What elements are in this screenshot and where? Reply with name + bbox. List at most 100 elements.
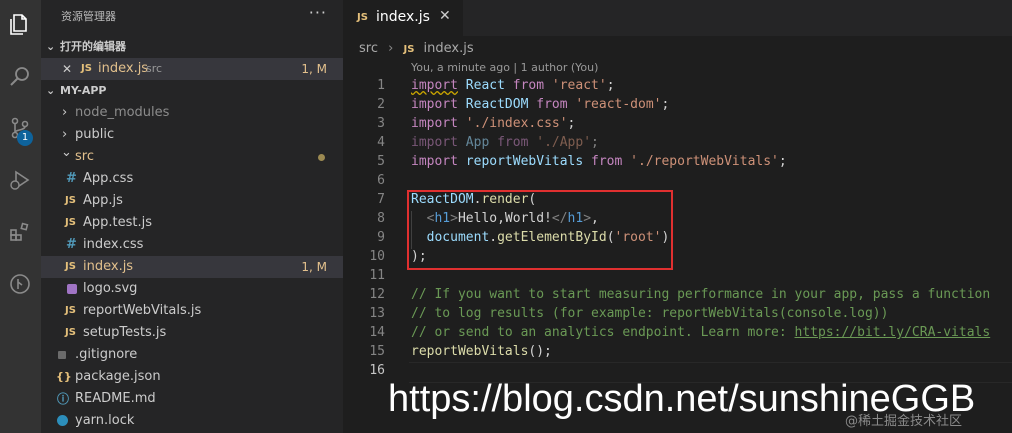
tree-file-package-json[interactable]: {} package.json (41, 366, 343, 388)
js-file-icon: JS (65, 217, 76, 228)
modified-dot (318, 154, 325, 161)
js-file-icon: JS (65, 327, 76, 338)
tab-label: index.js (376, 9, 430, 25)
yarn-file-icon (57, 415, 68, 426)
chevron-right-icon: › (388, 41, 394, 56)
js-file-icon: JS (65, 195, 76, 206)
explorer-icon[interactable] (6, 10, 34, 38)
project-header[interactable]: ⌄ MY-APP (41, 80, 343, 102)
line-number: 1 (377, 78, 385, 93)
tab-index-js[interactable]: JS index.js ✕ (343, 0, 463, 36)
tree-folder-public[interactable]: › public (41, 124, 343, 146)
tree-file-yarn-lock[interactable]: yarn.lock (41, 410, 343, 432)
activity-bar: 1 (0, 0, 41, 433)
highlight-box (407, 190, 673, 270)
open-editors-header[interactable]: ⌄ 打开的编辑器 (41, 36, 343, 58)
open-editor-path: src (146, 62, 163, 75)
code-line-14: // or send to an analytics endpoint. Lea… (411, 325, 991, 340)
js-file-icon: JS (403, 44, 415, 55)
tree-file-index-js[interactable]: JS index.js 1, M (41, 256, 343, 278)
tree-file-setuptests-js[interactable]: JS setupTests.js (41, 322, 343, 344)
tree-item-label: public (75, 127, 115, 142)
tree-item-label: index.css (83, 237, 144, 252)
chevron-down-icon: ⌄ (61, 145, 72, 160)
git-graph-icon[interactable] (6, 270, 34, 298)
code-line-1: import React from 'react'; (411, 78, 615, 93)
tree-file-app-js[interactable]: JS App.js (41, 190, 343, 212)
js-file-icon: JS (65, 305, 76, 316)
code-line-15: reportWebVitals(); (411, 344, 552, 359)
code-line-3: import './index.css'; (411, 116, 576, 131)
scm-badge: 1 (17, 130, 33, 146)
tree-item-label: node_modules (75, 105, 170, 120)
js-file-icon: JS (65, 261, 76, 272)
tree-item-label: setupTests.js (83, 325, 167, 340)
tree-item-label: reportWebVitals.js (83, 303, 202, 318)
tab-bar: JS index.js ✕ (343, 0, 1012, 36)
line-number: 4 (377, 135, 385, 150)
open-editor-name: index.js (98, 61, 149, 76)
line-number: 9 (377, 230, 385, 245)
tree-item-label: package.json (75, 369, 161, 384)
tree-file-reportwebvitals-js[interactable]: JS reportWebVitals.js (41, 300, 343, 322)
chevron-right-icon: › (62, 105, 68, 120)
code-line-13: // to log results (for example: reportWe… (411, 306, 889, 321)
tree-file-app-css[interactable]: # App.css (41, 168, 343, 190)
project-label: MY-APP (60, 84, 107, 97)
chevron-down-icon: ⌄ (46, 40, 56, 53)
watermark-url: https://blog.csdn.net/sunshineGGB (388, 378, 976, 420)
tree-folder-node-modules[interactable]: › node_modules (41, 102, 343, 124)
tree-item-label: README.md (75, 391, 156, 406)
breadcrumb-file[interactable]: index.js (424, 39, 474, 59)
tree-file-readme-md[interactable]: ⓘ README.md (41, 388, 343, 410)
tree-file-gitignore[interactable]: .gitignore (41, 344, 343, 366)
tree-file-app-test-js[interactable]: JS App.test.js (41, 212, 343, 234)
status-badge: 1, M (301, 260, 327, 274)
gitignore-file-icon (58, 351, 66, 359)
tree-item-label: .gitignore (75, 347, 138, 362)
tree-item-label: src (75, 149, 94, 164)
line-number: 8 (377, 211, 385, 226)
open-editor-item[interactable]: ✕ JS index.js src 1, M (41, 58, 343, 80)
tree-item-label: index.js (83, 259, 134, 274)
codelens-blame[interactable]: You, a minute ago | 1 author (You) (411, 61, 598, 74)
chevron-down-icon: ⌄ (46, 84, 56, 97)
explorer-sidebar: 资源管理器 ··· ⌄ 打开的编辑器 ✕ JS index.js src 1, … (41, 0, 343, 433)
svg-file-icon (67, 284, 77, 294)
docs-link[interactable]: https://bit.ly/CRA-vitals (795, 325, 991, 340)
line-number: 10 (369, 249, 385, 264)
js-file-icon: JS (81, 63, 92, 74)
extensions-icon[interactable] (6, 218, 34, 246)
editor-area: JS index.js ✕ src › JS index.js You, a m… (343, 0, 1012, 433)
code-line-4: import App from './App'; (411, 135, 599, 150)
tree-item-label: logo.svg (83, 281, 138, 296)
css-file-icon: # (66, 171, 77, 186)
line-number: 15 (369, 344, 385, 359)
close-icon[interactable]: ✕ (439, 8, 451, 24)
line-number: 2 (377, 97, 385, 112)
search-icon[interactable] (6, 62, 34, 90)
line-number: 16 (369, 363, 385, 378)
line-number: 12 (369, 287, 385, 302)
tree-item-label: App.test.js (83, 215, 153, 230)
tree-file-logo-svg[interactable]: logo.svg (41, 278, 343, 300)
tree-item-label: App.css (83, 171, 134, 186)
open-editors-label: 打开的编辑器 (60, 40, 126, 53)
breadcrumb: src › JS index.js (359, 39, 474, 59)
tree-item-label: App.js (83, 193, 123, 208)
line-number: 6 (377, 173, 385, 188)
js-file-icon: JS (357, 12, 368, 23)
info-file-icon: ⓘ (57, 392, 70, 406)
explorer-title: 资源管理器 (61, 10, 116, 23)
line-number: 3 (377, 116, 385, 131)
tree-item-label: yarn.lock (75, 413, 135, 428)
breadcrumb-folder[interactable]: src (359, 39, 378, 59)
tree-folder-src[interactable]: ⌄ src (41, 145, 343, 168)
more-actions-icon[interactable]: ··· (309, 3, 327, 22)
line-number: 7 (377, 192, 385, 207)
run-debug-icon[interactable] (6, 166, 34, 194)
code-line-2: import ReactDOM from 'react-dom'; (411, 97, 670, 112)
line-number: 11 (369, 268, 385, 283)
tree-file-index-css[interactable]: # index.css (41, 234, 343, 256)
close-icon[interactable]: ✕ (62, 58, 72, 80)
